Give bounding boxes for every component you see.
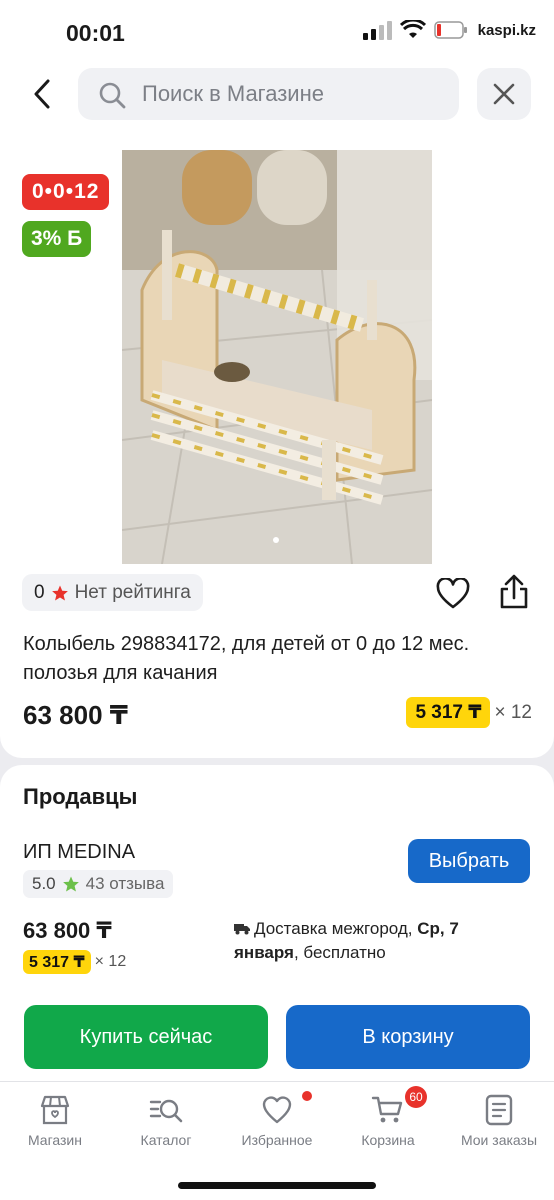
favorite-button[interactable]	[436, 577, 470, 610]
sellers-title: Продавцы	[23, 784, 138, 809]
installment-info[interactable]: 5 317 ₸ × 12	[406, 697, 532, 728]
sellers-section: Продавцы ИП MEDINA 5.0 43 отзыва Выбрать…	[0, 765, 554, 1085]
seller-reviews: 43 отзыва	[85, 874, 165, 893]
nav-label-orders: Мои заказы	[460, 1132, 538, 1148]
star-icon	[62, 876, 79, 892]
close-search-button[interactable]	[477, 68, 531, 120]
share-icon	[500, 574, 528, 609]
seller-installment-times: × 12	[94, 953, 127, 970]
battery-icon	[433, 21, 467, 39]
search-icon	[99, 82, 126, 109]
delivery-prefix: Доставка межгород,	[254, 919, 418, 938]
home-indicator	[178, 1182, 376, 1189]
search-input[interactable]	[142, 68, 442, 120]
installment-amount-badge: 5 317 ₸	[406, 697, 491, 728]
nav-item-favorites[interactable]: Избранное	[222, 1091, 332, 1148]
search-box[interactable]	[78, 68, 459, 120]
nav-item-orders[interactable]: Мои заказы	[444, 1094, 554, 1148]
back-button[interactable]	[22, 74, 62, 114]
rating-text: Нет рейтинга	[74, 581, 191, 603]
seller-rating[interactable]: 5.0 43 отзыва	[23, 870, 174, 898]
delivery-suffix: , бесплатно	[293, 943, 386, 962]
seller-rating-value: 5.0	[32, 874, 56, 893]
seller-installment: 5 317 ₸ × 12	[23, 950, 126, 974]
status-time: 00:01	[66, 20, 125, 46]
seller-price: 63 800 ₸	[23, 918, 112, 943]
image-pager-dot	[273, 537, 279, 543]
status-bar: 00:01 kaspi.kz	[0, 0, 554, 60]
carrier-label: kaspi.kz	[477, 21, 536, 39]
nav-item-shop[interactable]: Магазин	[0, 1094, 110, 1148]
orders-icon	[485, 1094, 513, 1126]
buy-now-button[interactable]: Купить сейчас	[24, 1005, 268, 1069]
status-icons: kaspi.kz	[362, 20, 536, 40]
cart-icon	[371, 1096, 403, 1123]
product-card: 0•0•12 3% Б 0 Нет рейтинга Колыбель 2988…	[0, 60, 554, 758]
delivery-info: Доставка межгород, Ср, 7 января, бесплат…	[234, 917, 494, 965]
heart-icon	[436, 577, 470, 609]
chevron-left-icon	[34, 79, 50, 109]
product-title: Колыбель 298834172, для детей от 0 до 12…	[23, 633, 470, 684]
nav-item-cart[interactable]: 60 Корзина	[333, 1086, 443, 1148]
installment-timer-badge: 0•0•12	[22, 174, 110, 210]
star-icon	[51, 585, 68, 600]
rating-value: 0	[34, 581, 45, 603]
seller-installment-amount: 5 317 ₸	[23, 950, 91, 974]
cellular-signal-icon	[362, 20, 392, 40]
close-icon	[493, 83, 515, 105]
nav-label-catalog: Каталог	[140, 1132, 192, 1148]
nav-label-favorites: Избранное	[241, 1132, 313, 1148]
choose-seller-button[interactable]: Выбрать	[408, 839, 530, 883]
catalog-icon	[149, 1099, 183, 1123]
rating-pill[interactable]: 0 Нет рейтинга	[22, 574, 203, 611]
bonus-badge: 3% Б	[22, 221, 92, 257]
share-button[interactable]	[498, 574, 530, 610]
heart-icon	[262, 1096, 292, 1124]
cradle-illustration	[122, 150, 432, 564]
product-image[interactable]	[122, 150, 432, 564]
installment-times: × 12	[494, 701, 532, 723]
seller-name[interactable]: ИП MEDINA	[23, 841, 135, 864]
product-price: 63 800 ₸	[23, 700, 128, 730]
nav-label-cart: Корзина	[361, 1132, 415, 1148]
shop-icon	[40, 1095, 70, 1125]
nav-label-shop: Магазин	[27, 1132, 82, 1148]
cart-count-badge: 60	[405, 1086, 427, 1108]
truck-icon	[234, 924, 250, 935]
wifi-icon	[399, 20, 426, 38]
favorites-notification-dot	[302, 1091, 312, 1101]
nav-item-catalog[interactable]: Каталог	[111, 1094, 221, 1148]
add-to-cart-button[interactable]: В корзину	[286, 1005, 530, 1069]
